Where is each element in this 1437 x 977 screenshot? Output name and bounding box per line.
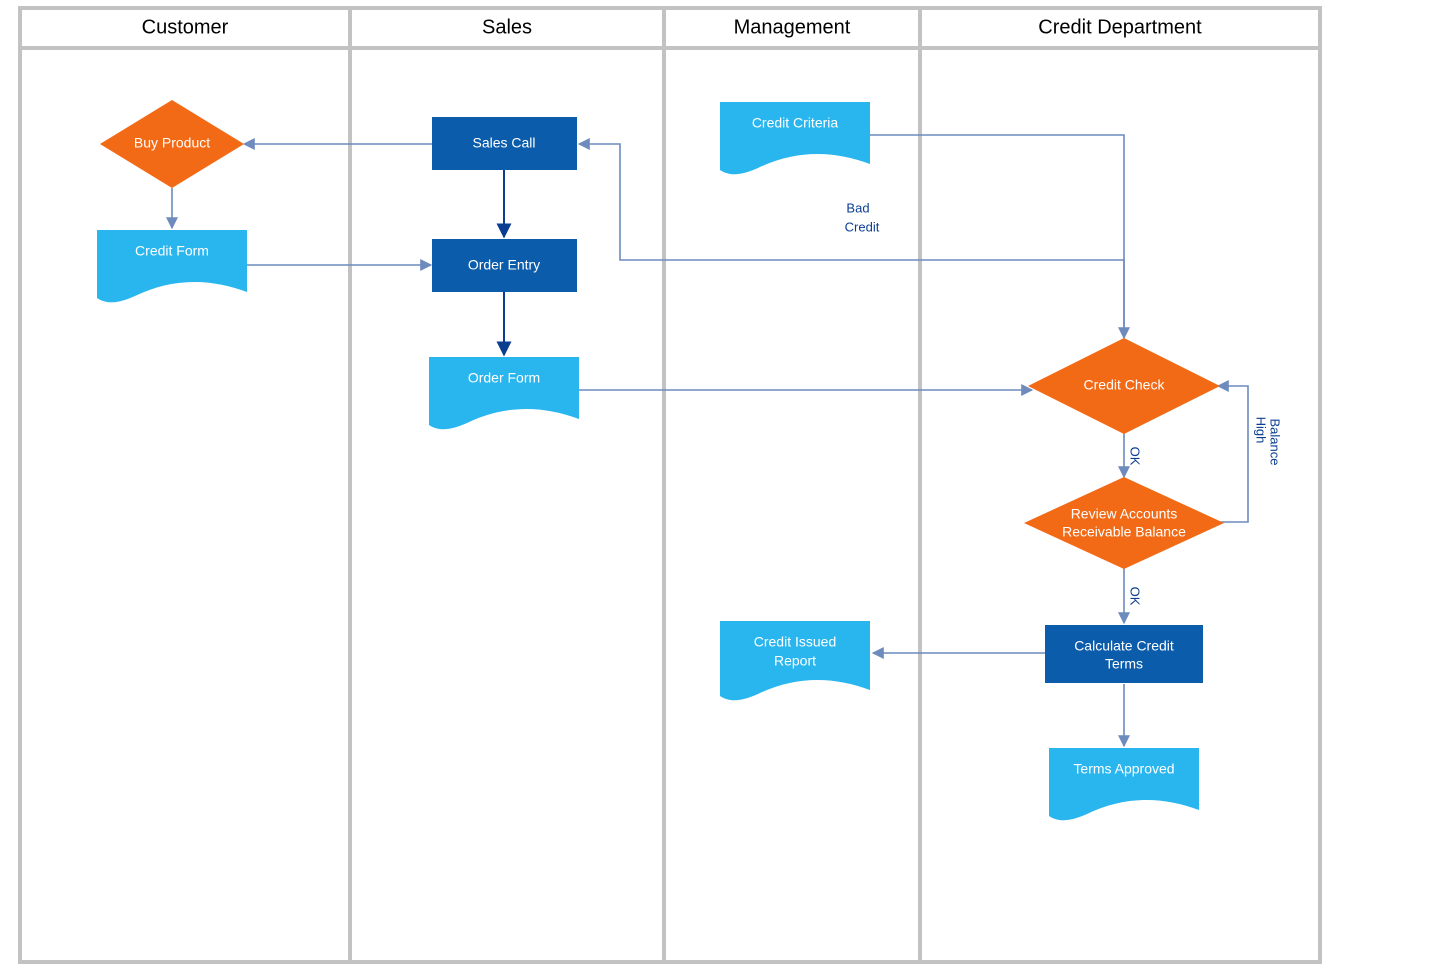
- label-credit-issued-report-l1: Credit Issued: [754, 634, 836, 650]
- node-credit-issued-report: Credit Issued Report: [720, 621, 870, 700]
- label-credit-issued-report-l2: Report: [774, 653, 816, 669]
- node-buy-product: Buy Product: [100, 100, 244, 188]
- label-review-ar-l2: Receivable Balance: [1062, 524, 1186, 540]
- label-calc-credit-terms-l1: Calculate Credit: [1074, 638, 1174, 654]
- node-order-entry: Order Entry: [432, 239, 577, 292]
- node-order-form: Order Form: [429, 357, 579, 429]
- label-high-balance-l2: Balance: [1268, 419, 1283, 466]
- label-credit-check: Credit Check: [1084, 377, 1166, 393]
- lane-header-sales: Sales: [482, 16, 532, 38]
- node-credit-criteria: Credit Criteria: [720, 102, 870, 174]
- label-sales-call: Sales Call: [472, 135, 535, 151]
- lane-header-customer: Customer: [142, 16, 229, 38]
- lane-header-credit-dept: Credit Department: [1038, 16, 1202, 38]
- node-terms-approved: Terms Approved: [1049, 748, 1199, 820]
- label-calc-credit-terms-l2: Terms: [1105, 656, 1143, 672]
- label-terms-approved: Terms Approved: [1073, 761, 1174, 777]
- swimlane-diagram: Customer Sales Management Credit Departm…: [0, 0, 1437, 977]
- lane-header-management: Management: [734, 16, 851, 38]
- node-credit-form: Credit Form: [97, 230, 247, 302]
- edge-creditcheck-to-salescall: [579, 144, 1124, 338]
- label-bad-credit-l1: Bad: [846, 200, 869, 215]
- label-buy-product: Buy Product: [134, 135, 210, 151]
- label-ok-2: OK: [1128, 587, 1143, 606]
- edge-creditcriteria-to-creditcheck: [870, 135, 1124, 338]
- node-sales-call: Sales Call: [432, 117, 577, 170]
- node-review-ar: Review Accounts Receivable Balance: [1024, 477, 1224, 569]
- label-ok-1: OK: [1128, 447, 1143, 466]
- label-credit-form: Credit Form: [135, 243, 209, 259]
- label-high-balance-l1: High: [1254, 417, 1269, 444]
- label-review-ar-l1: Review Accounts: [1071, 506, 1178, 522]
- label-bad-credit-l2: Credit: [845, 219, 880, 234]
- node-calc-credit-terms: Calculate Credit Terms: [1045, 625, 1203, 683]
- node-credit-check: Credit Check: [1028, 338, 1220, 434]
- label-order-entry: Order Entry: [468, 257, 540, 273]
- label-order-form: Order Form: [468, 370, 540, 386]
- label-credit-criteria: Credit Criteria: [752, 115, 839, 131]
- edge-reviewar-to-creditcheck: [1218, 386, 1248, 522]
